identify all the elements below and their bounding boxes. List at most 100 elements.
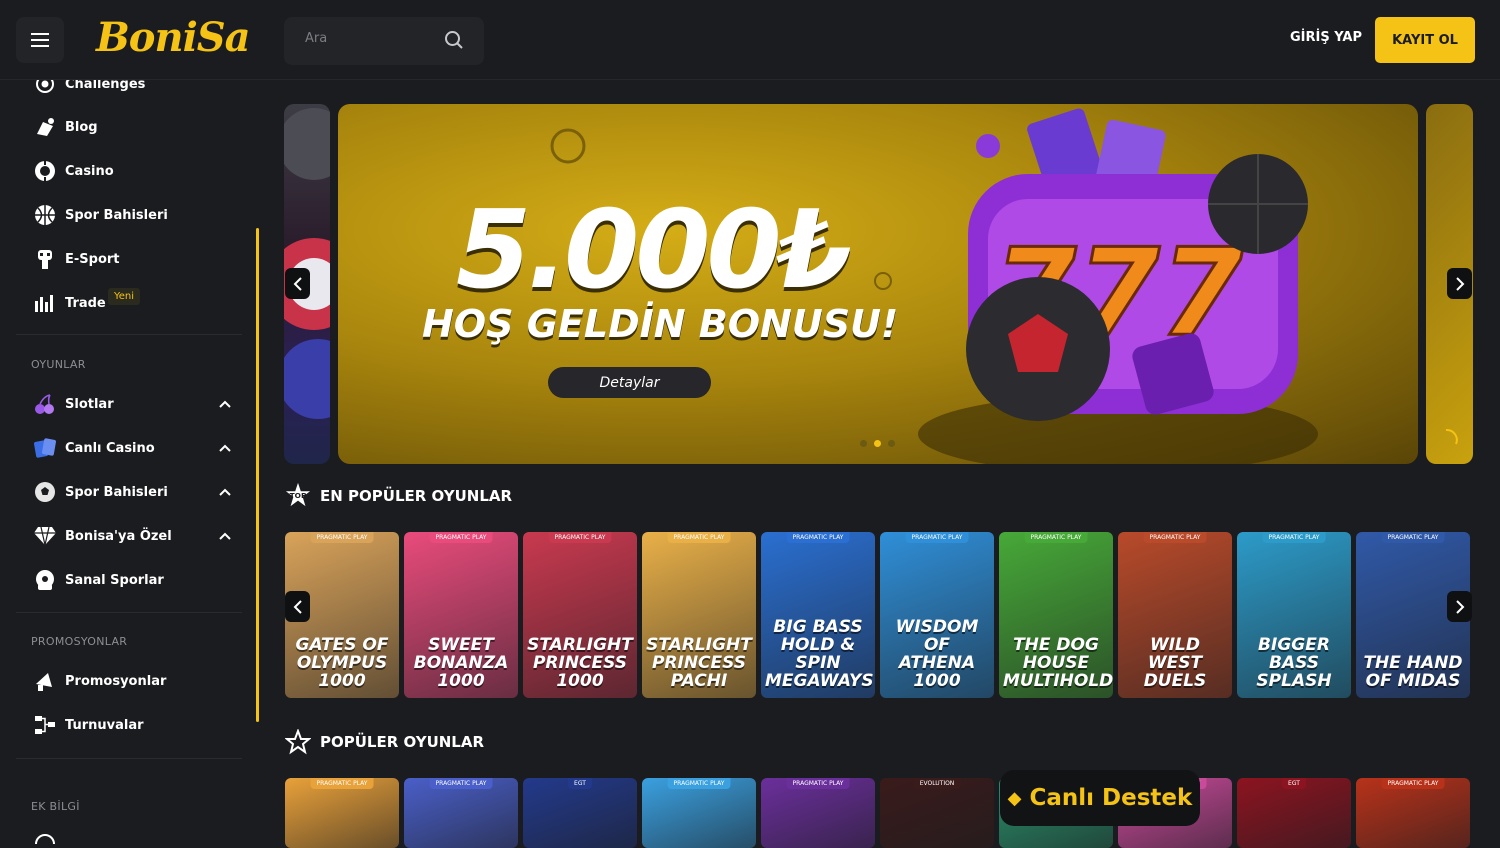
provider-badge: PRAGMATIC PLAY bbox=[1143, 532, 1207, 543]
soccer-ball-icon bbox=[33, 480, 57, 504]
game-title: SWEET BONANZA 1000 bbox=[413, 635, 509, 691]
provider-badge: PRAGMATIC PLAY bbox=[786, 532, 850, 543]
diamond-icon bbox=[33, 524, 57, 548]
sidebar-item-promotions[interactable]: Promosyonlar bbox=[33, 669, 166, 693]
sidebar-item-challenges[interactable]: Challenges bbox=[33, 80, 145, 96]
game-card[interactable]: PRAGMATIC PLAY STARLIGHT PRINCESS PACHI bbox=[642, 532, 756, 698]
sidebar-item-tournaments[interactable]: Turnuvalar bbox=[33, 713, 144, 737]
game-title: BIG BASS HOLD & SPIN MEGAWAYS bbox=[765, 617, 874, 691]
live-support-button[interactable]: ◆ Canlı Destek bbox=[1000, 770, 1200, 826]
sidebar-scrollbar[interactable] bbox=[256, 228, 259, 722]
games-next-button[interactable] bbox=[1447, 591, 1472, 622]
game-card[interactable]: PRAGMATIC PLAY bbox=[1356, 778, 1470, 848]
banner-pagination bbox=[860, 440, 895, 447]
provider-badge: PRAGMATIC PLAY bbox=[1262, 532, 1326, 543]
game-card[interactable]: PRAGMATIC PLAY THE DOG HOUSE MULTIHOLD bbox=[999, 532, 1113, 698]
game-title: THE DOG HOUSE MULTIHOLD bbox=[1003, 635, 1113, 691]
provider-badge: PRAGMATIC PLAY bbox=[310, 778, 374, 789]
chevron-up-icon[interactable] bbox=[218, 441, 232, 455]
sidebar-item-label: Bonisa'ya Özel bbox=[65, 528, 172, 544]
game-card[interactable]: PRAGMATIC PLAY bbox=[404, 778, 518, 848]
bonus-subtitle: HOŞ GELDİN BONUSU! bbox=[422, 302, 899, 346]
chevron-up-icon[interactable] bbox=[218, 529, 232, 543]
menu-button[interactable] bbox=[16, 17, 64, 63]
sidebar-item-label: Challenges bbox=[65, 80, 146, 92]
esport-icon bbox=[33, 247, 57, 271]
login-button[interactable]: GİRİŞ YAP bbox=[1290, 30, 1362, 45]
search-box[interactable]: Ara bbox=[284, 17, 484, 65]
sidebar-item-sports-betting[interactable]: Spor Bahisleri bbox=[33, 480, 168, 504]
new-badge: Yeni bbox=[108, 288, 141, 305]
game-card[interactable]: PRAGMATIC PLAY bbox=[285, 778, 399, 848]
sidebar-divider bbox=[16, 334, 242, 335]
sidebar-item-trade[interactable]: Trade bbox=[33, 291, 106, 315]
register-button[interactable]: KAYIT OL bbox=[1375, 17, 1475, 63]
game-card[interactable]: PRAGMATIC PLAY bbox=[761, 778, 875, 848]
game-card[interactable]: PRAGMATIC PLAY BIGGER BASS SPLASH bbox=[1237, 532, 1351, 698]
game-card[interactable]: PRAGMATIC PLAY WISDOM OF ATHENA 1000 bbox=[880, 532, 994, 698]
banner-prev-button[interactable] bbox=[285, 268, 310, 299]
popular-games-carousel: PRAGMATIC PLAY PRAGMATIC PLAY EGT PRAGMATIC… bbox=[285, 778, 1470, 848]
search-input[interactable]: Ara bbox=[305, 31, 327, 46]
game-card[interactable]: PRAGMATIC PLAY SWEET BONANZA 1000 bbox=[404, 532, 518, 698]
game-title: STARLIGHT PRINCESS PACHI bbox=[646, 635, 752, 691]
section-title-popular-games: POPÜLER OYUNLAR bbox=[320, 733, 485, 751]
game-card[interactable]: PRAGMATIC PLAY WILD WEST DUELS bbox=[1118, 532, 1232, 698]
svg-text:TOP: TOP bbox=[290, 491, 307, 500]
pagination-dot-active[interactable] bbox=[874, 440, 881, 447]
chevron-left-icon bbox=[293, 276, 302, 291]
provider-badge: PRAGMATIC PLAY bbox=[310, 532, 374, 543]
sidebar-divider bbox=[16, 612, 242, 613]
hero-banner[interactable]: 777 5.000₺ HOŞ GELDİN BONUSU! Detaylar bbox=[338, 104, 1418, 464]
sidebar-item-label: Canlı Casino bbox=[65, 440, 155, 456]
sidebar-item-partial[interactable] bbox=[33, 832, 65, 844]
chevron-up-icon[interactable] bbox=[218, 397, 232, 411]
sidebar-item-blog[interactable]: Blog bbox=[33, 115, 98, 139]
sidebar-item-casino[interactable]: Casino bbox=[33, 159, 114, 183]
game-title: GATES OF OLYMPUS 1000 bbox=[295, 635, 389, 691]
sidebar-item-label: Casino bbox=[65, 163, 114, 179]
game-card[interactable]: EGT bbox=[1237, 778, 1351, 848]
sidebar-item-virtual-sports[interactable]: Sanal Sporlar bbox=[33, 568, 164, 592]
basketball-icon bbox=[33, 203, 57, 227]
chevron-left-icon bbox=[293, 599, 302, 614]
search-icon[interactable] bbox=[444, 30, 464, 50]
bonus-amount: 5.000₺ bbox=[456, 188, 853, 313]
sidebar-item-live-casino[interactable]: Canlı Casino bbox=[33, 436, 155, 460]
section-header-promotions: PROMOSYONLAR bbox=[31, 635, 128, 648]
game-title: WILD WEST DUELS bbox=[1143, 635, 1207, 691]
sidebar-item-slots[interactable]: Slotlar bbox=[33, 392, 114, 416]
chevron-up-icon[interactable] bbox=[218, 485, 232, 499]
diamond-icon: ◆ bbox=[1007, 787, 1022, 809]
game-card[interactable]: PRAGMATIC PLAY STARLIGHT PRINCESS 1000 bbox=[523, 532, 637, 698]
game-card[interactable]: PRAGMATIC PLAY bbox=[642, 778, 756, 848]
game-title: THE HAND OF MIDAS bbox=[1363, 653, 1463, 691]
pagination-dot[interactable] bbox=[888, 440, 895, 447]
pagination-dot[interactable] bbox=[860, 440, 867, 447]
game-card[interactable]: EVOLUTION bbox=[880, 778, 994, 848]
banner-next-button[interactable] bbox=[1447, 268, 1472, 299]
sidebar-item-bonisa-exclusive[interactable]: Bonisa'ya Özel bbox=[33, 524, 172, 548]
game-title: BIGGER BASS SPLASH bbox=[1256, 635, 1332, 691]
provider-badge: PRAGMATIC PLAY bbox=[905, 532, 969, 543]
sidebar-item-sports[interactable]: Spor Bahisleri bbox=[33, 203, 168, 227]
details-button[interactable]: Detaylar bbox=[548, 367, 711, 398]
provider-badge: PRAGMATIC PLAY bbox=[667, 532, 731, 543]
star-icon bbox=[285, 729, 311, 755]
game-card[interactable]: PRAGMATIC PLAY BIG BASS HOLD & SPIN MEGAW… bbox=[761, 532, 875, 698]
megaphone-icon bbox=[33, 669, 57, 693]
games-prev-button[interactable] bbox=[285, 591, 310, 622]
top-games-carousel: PRAGMATIC PLAY GATES OF OLYMPUS 1000 PRAGM… bbox=[285, 532, 1470, 698]
provider-badge: PRAGMATIC PLAY bbox=[786, 778, 850, 789]
game-title: WISDOM OF ATHENA 1000 bbox=[895, 617, 979, 691]
game-card[interactable]: EGT bbox=[523, 778, 637, 848]
section-header-games: OYUNLAR bbox=[31, 358, 86, 371]
provider-badge: PRAGMATIC PLAY bbox=[667, 778, 731, 789]
site-logo[interactable]: BoniSa bbox=[96, 14, 251, 61]
section-header-extra-info: EK BİLGİ bbox=[31, 800, 80, 813]
provider-badge: EGT bbox=[1282, 778, 1306, 789]
provider-badge: PRAGMATIC PLAY bbox=[429, 778, 493, 789]
live-support-label: Canlı Destek bbox=[1029, 785, 1193, 811]
sidebar: Challenges Blog Casino Spor Bahisleri E-… bbox=[0, 80, 258, 844]
sidebar-item-esport[interactable]: E-Sport bbox=[33, 247, 120, 271]
